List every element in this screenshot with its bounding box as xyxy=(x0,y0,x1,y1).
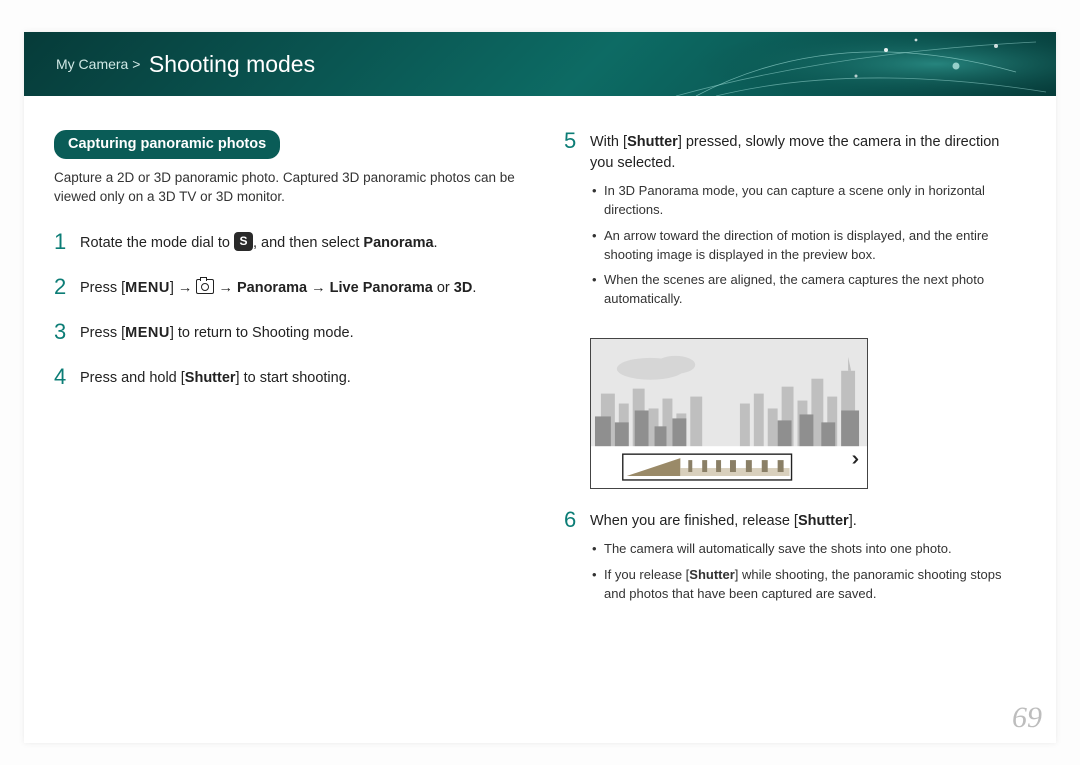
menu-key: MENU xyxy=(125,325,170,341)
step-number: 2 xyxy=(54,276,80,299)
note-item: If you release [Shutter] while shooting,… xyxy=(590,566,1026,604)
page-title: Shooting modes xyxy=(149,51,315,78)
mode-s-icon: S xyxy=(234,232,253,251)
step-text: Press and hold [Shutter] to start shooti… xyxy=(80,366,516,389)
section-heading: Capturing panoramic photos xyxy=(54,130,280,159)
header-decoration xyxy=(656,32,1056,96)
step-1: 1 Rotate the mode dial to S, and then se… xyxy=(54,231,516,254)
step-number: 1 xyxy=(54,231,80,254)
note-item: When the scenes are aligned, the camera … xyxy=(590,271,1026,309)
camera-icon xyxy=(196,279,214,294)
panorama-illustration: ›› xyxy=(590,338,868,489)
note-item: An arrow toward the direction of motion … xyxy=(590,227,1026,265)
menu-key: MENU xyxy=(125,280,170,296)
step-number: 6 xyxy=(564,509,590,611)
step-4: 4 Press and hold [Shutter] to start shoo… xyxy=(54,366,516,389)
page-number: 69 xyxy=(1012,701,1042,735)
step-6-notes: The camera will automatically save the s… xyxy=(590,540,1026,604)
breadcrumb: My Camera > xyxy=(56,56,140,72)
note-item: The camera will automatically save the s… xyxy=(590,540,1026,559)
right-column: 5 With [Shutter] pressed, slowly move th… xyxy=(564,130,1026,633)
step-6: 6 When you are finished, release [Shutte… xyxy=(564,509,1026,611)
double-chevron-icon: ›› xyxy=(852,445,853,474)
step-number: 4 xyxy=(54,366,80,389)
page-header: My Camera > Shooting modes xyxy=(24,32,1056,96)
step-text: With [Shutter] pressed, slowly move the … xyxy=(590,130,1026,316)
step-text: Press [MENU] to return to Shooting mode. xyxy=(80,321,516,344)
step-number: 5 xyxy=(564,130,590,316)
step-text: When you are finished, release [Shutter]… xyxy=(590,509,1026,611)
step-text: Press [MENU] → → Panorama → Live Panoram… xyxy=(80,276,516,299)
step-number: 3 xyxy=(54,321,80,344)
step-3: 3 Press [MENU] to return to Shooting mod… xyxy=(54,321,516,344)
manual-page: My Camera > Shooting modes xyxy=(24,32,1056,743)
step-5-notes: In 3D Panorama mode, you can capture a s… xyxy=(590,182,1026,309)
section-intro: Capture a 2D or 3D panoramic photo. Capt… xyxy=(54,169,516,207)
content-area: Capturing panoramic photos Capture a 2D … xyxy=(24,96,1056,663)
left-column: Capturing panoramic photos Capture a 2D … xyxy=(54,130,516,633)
step-2: 2 Press [MENU] → → Panorama → Live Panor… xyxy=(54,276,516,299)
step-text: Rotate the mode dial to S, and then sele… xyxy=(80,231,516,254)
step-5: 5 With [Shutter] pressed, slowly move th… xyxy=(564,130,1026,316)
note-item: In 3D Panorama mode, you can capture a s… xyxy=(590,182,1026,220)
